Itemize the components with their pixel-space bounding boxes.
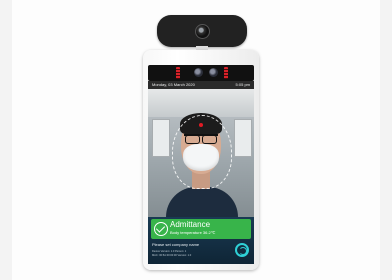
brand-logo-icon	[235, 243, 249, 257]
body-temperature: Body temperature 36.2℃	[170, 230, 216, 235]
admittance-banner: Admittance Body temperature 36.2℃	[151, 219, 251, 239]
camera-feed	[148, 89, 254, 223]
company-name: Please set company name	[152, 242, 200, 247]
camera-module	[157, 15, 247, 47]
status-time: 5:05 pm	[235, 82, 250, 87]
office-window	[152, 119, 170, 157]
device-screen: Monday, 03 March 2020 5:05 pm Admittance…	[148, 81, 254, 264]
ir-sensor-strip	[148, 65, 254, 81]
camera-lens-icon	[195, 24, 210, 39]
sensor-lens-icon	[209, 68, 218, 77]
status-date: Monday, 03 March 2020	[152, 82, 195, 87]
result-panel: Admittance Body temperature 36.2℃ Please…	[148, 217, 254, 264]
measurement-target-dot	[199, 123, 203, 127]
device-info-line-2: MAC: 00:5A:00:00:00 Version: 1.0	[152, 254, 192, 257]
admittance-status: Admittance	[170, 220, 211, 229]
check-circle-icon	[154, 222, 168, 236]
sensor-lens-icon	[194, 68, 203, 77]
ir-sensor-icon	[176, 67, 180, 79]
status-bar: Monday, 03 March 2020 5:05 pm	[148, 81, 254, 89]
ir-sensor-icon	[224, 67, 228, 79]
office-window	[234, 119, 252, 157]
thermal-scanner-device: Monday, 03 March 2020 5:05 pm Admittance…	[143, 50, 259, 270]
